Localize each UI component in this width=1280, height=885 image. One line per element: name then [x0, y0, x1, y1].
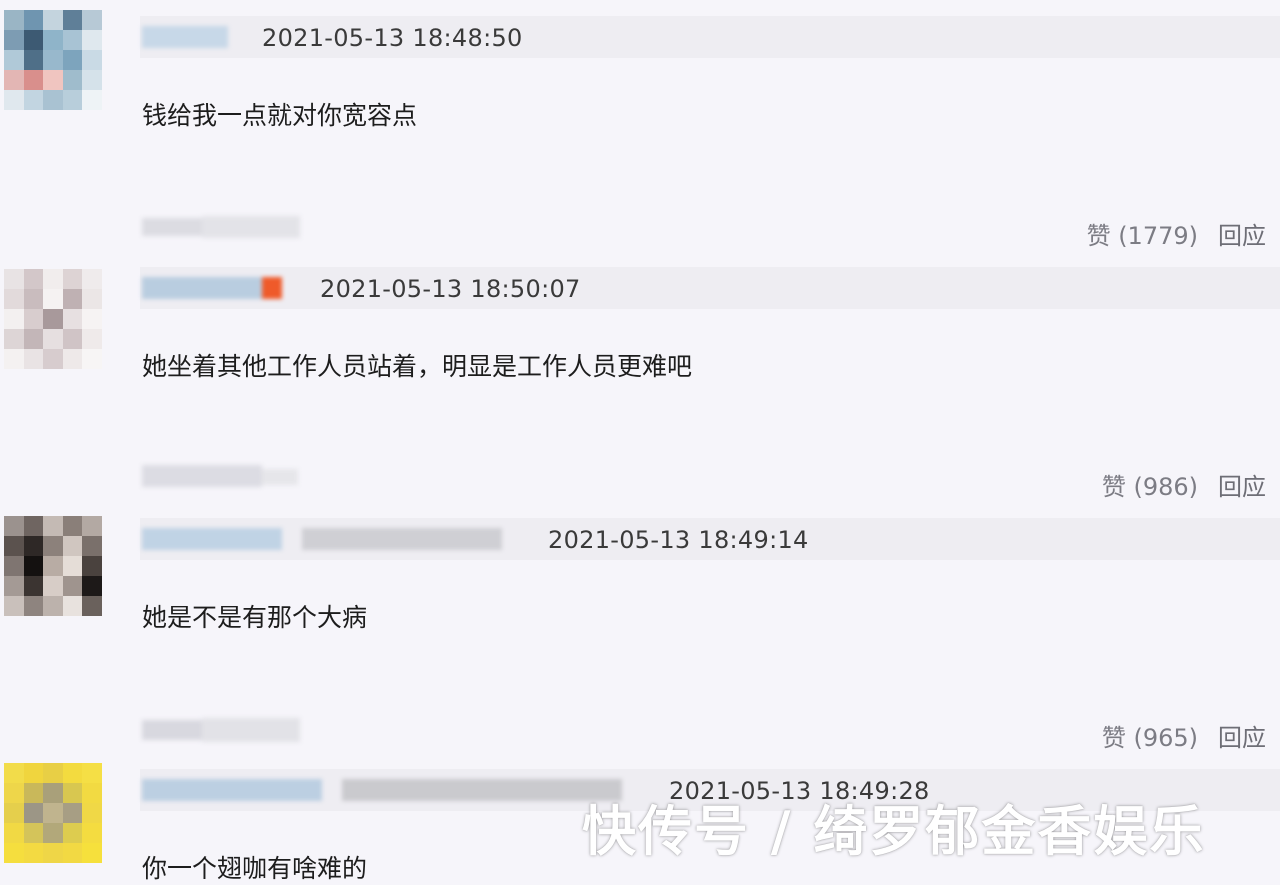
comment-timestamp: 2021-05-13 18:48:50	[262, 24, 523, 52]
reply-button[interactable]: 回应	[1218, 222, 1266, 250]
reply-button[interactable]: 回应	[1218, 473, 1266, 501]
username-blurred[interactable]	[142, 779, 632, 801]
comment-item: 2021-05-13 18:50:07 她坐着其他工作人员站着，明显是工作人员更…	[0, 251, 1280, 502]
comment-header: 2021-05-13 18:50:07	[140, 267, 1280, 309]
comment-header: 2021-05-13 18:48:50	[140, 16, 1280, 58]
reply-button[interactable]: 回应	[1218, 724, 1266, 752]
avatar[interactable]	[4, 10, 102, 110]
footer-username-blurred	[142, 214, 300, 240]
like-button[interactable]: 赞 (1779)	[1087, 222, 1198, 250]
watermark: 快传号 / 绮罗郁金香娱乐	[582, 800, 1206, 863]
comment-text: 她坐着其他工作人员站着，明显是工作人员更难吧	[142, 352, 693, 381]
username-blurred[interactable]	[142, 528, 512, 550]
avatar[interactable]	[4, 516, 102, 616]
comment-item: 2021-05-13 18:49:14 她是不是有那个大病 赞 (965) 回应	[0, 502, 1280, 753]
comment-actions: 赞 (986) 回应	[1102, 467, 1266, 502]
comment-text: 她是不是有那个大病	[142, 603, 368, 632]
avatar[interactable]	[4, 269, 102, 369]
comment-text: 你一个翅咖有啥难的	[142, 854, 368, 883]
avatar[interactable]	[4, 763, 102, 863]
username-blurred[interactable]	[142, 277, 282, 299]
username-blurred[interactable]	[142, 26, 228, 48]
comment-header: 2021-05-13 18:49:14	[140, 518, 1280, 560]
comment-actions: 赞 (1779) 回应	[1087, 216, 1266, 251]
footer-username-blurred	[142, 463, 298, 489]
like-button[interactable]: 赞 (986)	[1102, 473, 1198, 501]
footer-username-blurred	[142, 718, 300, 744]
comment-timestamp: 2021-05-13 18:50:07	[320, 275, 581, 303]
like-button[interactable]: 赞 (965)	[1102, 724, 1198, 752]
comment-timestamp: 2021-05-13 18:49:14	[548, 526, 809, 554]
comment-actions: 赞 (965) 回应	[1102, 718, 1266, 753]
comment-item: 2021-05-13 18:48:50 钱给我一点就对你宽容点 赞 (1779)…	[0, 0, 1280, 251]
comment-text: 钱给我一点就对你宽容点	[142, 101, 418, 130]
